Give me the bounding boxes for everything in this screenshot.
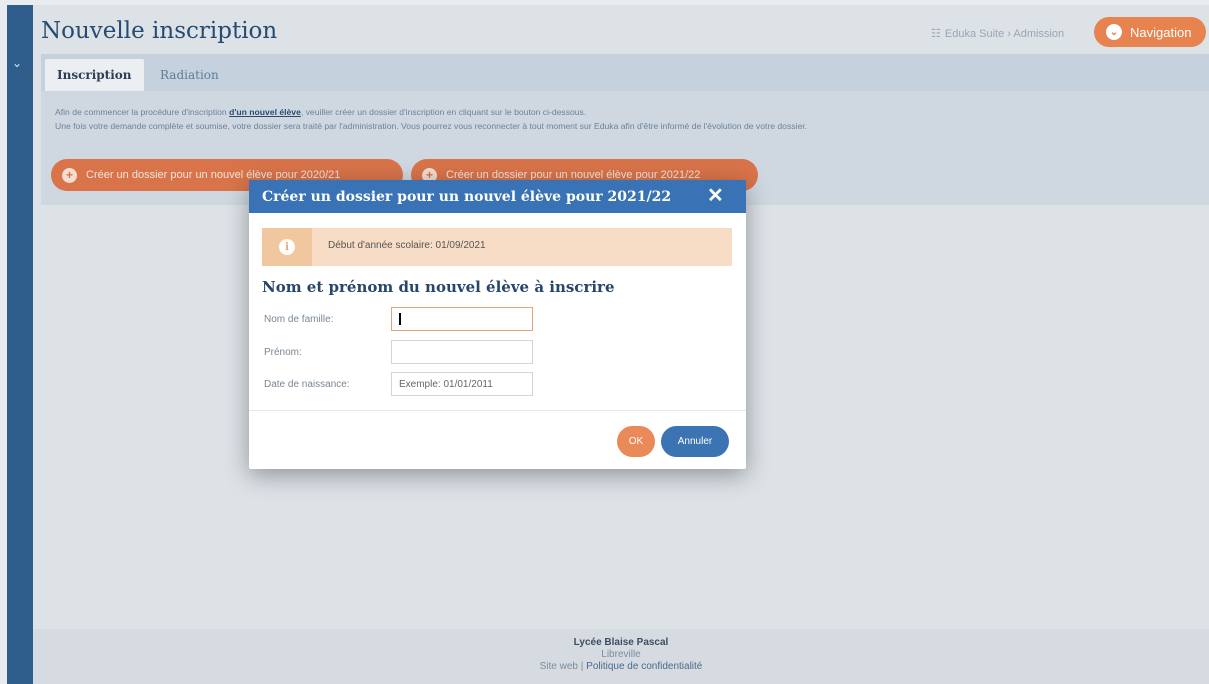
firstname-input[interactable] — [391, 340, 533, 364]
school-year-alert: i Début d'année scolaire: 01/09/2021 — [262, 228, 732, 266]
modal-divider — [249, 410, 746, 411]
plus-icon: + — [62, 167, 77, 183]
ok-button[interactable]: OK — [617, 426, 655, 457]
modal-header: Créer un dossier pour un nouvel élève po… — [249, 180, 746, 213]
close-icon[interactable]: ✕ — [707, 186, 724, 206]
section-title: Nom et prénom du nouvel élève à inscrire — [262, 278, 615, 296]
birthdate-row: Date de naissance: Exemple: 01/01/2011 — [264, 372, 544, 398]
firstname-label: Prénom: — [264, 347, 302, 358]
info-icon: i — [279, 239, 295, 255]
breadcrumb[interactable]: ☷ Eduka Suite › Admission — [931, 27, 1064, 41]
cancel-button[interactable]: Annuler — [661, 426, 729, 457]
chevron-circle-icon: ⌄ — [1106, 24, 1122, 40]
sidebar: ⌄ — [7, 5, 33, 684]
new-student-link[interactable]: d'un nouvel élève — [229, 107, 301, 117]
privacy-policy-link[interactable]: Politique de confidentialité — [586, 661, 702, 672]
birthdate-label: Date de naissance: — [264, 379, 350, 390]
page-title: Nouvelle inscription — [41, 18, 278, 44]
footer-links: Site web | Politique de confidentialité — [33, 661, 1209, 672]
footer: Lycée Blaise Pascal Libreville Site web … — [33, 629, 1209, 684]
intro-text: Afin de commencer la procédure d'inscrip… — [55, 105, 807, 133]
navigation-button[interactable]: ⌄ Navigation — [1094, 17, 1206, 47]
intro-line-1: Afin de commencer la procédure d'inscrip… — [55, 105, 807, 119]
modal-title: Créer un dossier pour un nouvel élève po… — [262, 188, 672, 205]
alert-icon-box: i — [262, 228, 312, 266]
lastname-input[interactable] — [391, 307, 533, 331]
footer-separator: | — [578, 661, 587, 672]
footer-city: Libreville — [601, 649, 641, 660]
tabs-bar: Inscription Radiation — [41, 54, 1209, 91]
sitemap-icon: ☷ — [931, 28, 941, 40]
firstname-row: Prénom: — [264, 340, 544, 366]
navigation-button-label: Navigation — [1130, 24, 1192, 40]
tab-inscription[interactable]: Inscription — [45, 59, 144, 91]
text-cursor — [399, 313, 401, 325]
birthdate-input[interactable]: Exemple: 01/01/2011 — [391, 372, 533, 396]
create-dossier-modal: Créer un dossier pour un nouvel élève po… — [249, 180, 746, 469]
breadcrumb-text[interactable]: Eduka Suite › Admission — [945, 28, 1064, 40]
intro-line-1-end: , veuiller créer un dossier d'inscriptio… — [300, 107, 587, 117]
chevron-down-icon[interactable]: ⌄ — [12, 57, 22, 69]
intro-line-2: Une fois votre demande complète et soumi… — [55, 121, 808, 131]
intro-line-1-start: Afin de commencer la procédure d'inscrip… — [55, 107, 230, 117]
lastname-label: Nom de famille: — [264, 314, 334, 325]
site-web-link[interactable]: Site web — [540, 661, 578, 672]
alert-text: Début d'année scolaire: 01/09/2021 — [328, 240, 486, 251]
tab-radiation[interactable]: Radiation — [148, 59, 231, 91]
birthdate-placeholder: Exemple: 01/01/2011 — [399, 378, 493, 390]
lastname-row: Nom de famille: — [264, 307, 544, 333]
footer-school: Lycée Blaise Pascal — [573, 637, 669, 648]
